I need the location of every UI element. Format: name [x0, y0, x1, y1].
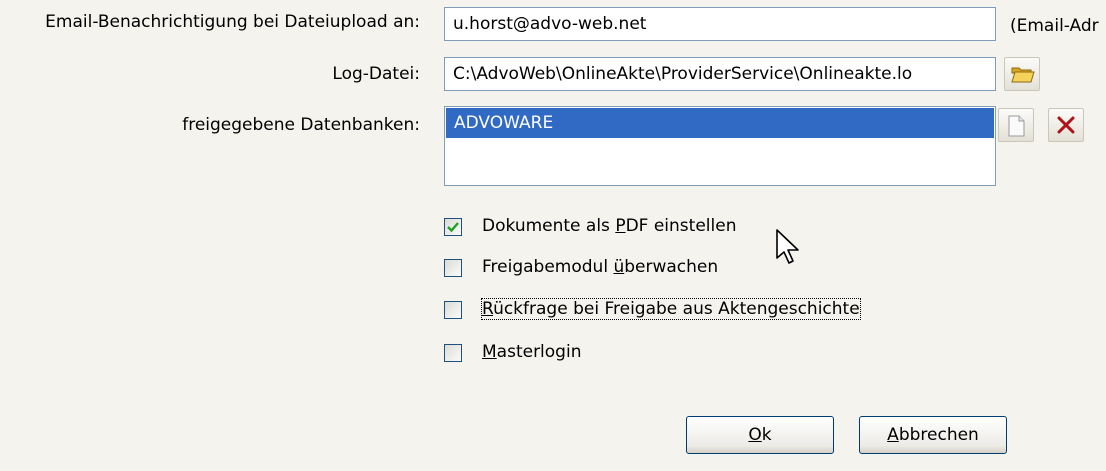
- query-release-checkbox[interactable]: [444, 301, 462, 319]
- delete-x-icon: [1057, 116, 1075, 134]
- check-icon: [447, 222, 459, 233]
- browse-folder-button[interactable]: [1004, 57, 1040, 91]
- ok-button[interactable]: Ok: [686, 416, 834, 454]
- delete-database-button[interactable]: [1048, 108, 1084, 142]
- databases-list[interactable]: ADVOWARE: [444, 106, 996, 186]
- email-input[interactable]: u.horst@advo-web.net: [444, 7, 996, 41]
- cancel-button[interactable]: Abbrechen: [859, 416, 1007, 454]
- new-database-button[interactable]: [998, 108, 1034, 142]
- monitor-option-label: Freigabemodul überwachen: [482, 257, 719, 277]
- email-notification-label: Email-Benachrichtigung bei Dateiupload a…: [45, 12, 420, 32]
- email-hint-text: (Email-Adr: [1010, 16, 1099, 36]
- query-release-option-label: Rückfrage bei Freigabe aus Aktengeschich…: [481, 298, 861, 320]
- pdf-option-label: Dokumente als PDF einstellen: [482, 216, 737, 236]
- masterlogin-option-label: Masterlogin: [482, 342, 582, 362]
- mouse-cursor-icon: [776, 229, 799, 264]
- monitor-checkbox[interactable]: [444, 259, 462, 277]
- pdf-checkbox[interactable]: [444, 218, 462, 236]
- settings-panel: { "email": { "label": "Email-Benachricht…: [0, 0, 1106, 471]
- masterlogin-checkbox[interactable]: [444, 344, 462, 362]
- databases-label: freigegebene Datenbanken:: [182, 115, 420, 135]
- list-item[interactable]: ADVOWARE: [446, 108, 994, 138]
- new-document-icon: [1008, 115, 1025, 137]
- folder-open-icon: [1011, 67, 1035, 83]
- log-file-input[interactable]: C:\AdvoWeb\OnlineAkte\ProviderService\On…: [444, 57, 996, 91]
- log-file-label: Log-Datei:: [332, 64, 420, 84]
